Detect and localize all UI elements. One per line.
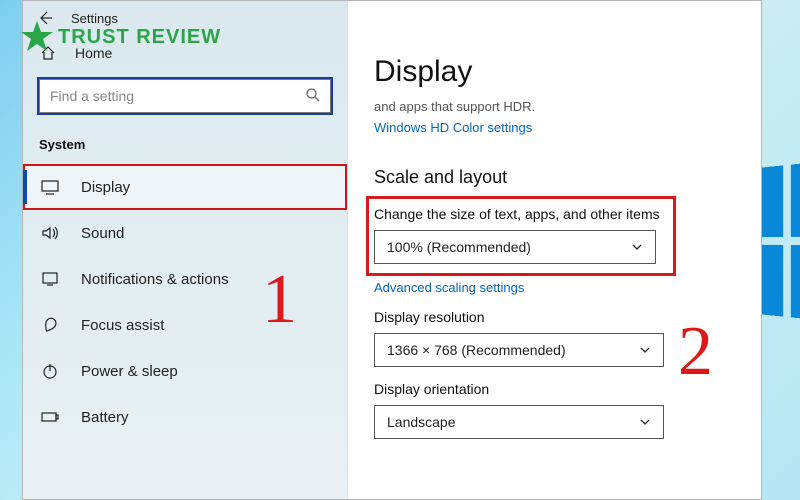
back-button[interactable] [33, 6, 57, 30]
sidebar-item-battery[interactable]: Battery [23, 394, 347, 440]
hdr-description: and apps that support HDR. [374, 99, 735, 114]
titlebar: Settings [23, 1, 347, 35]
orientation-dropdown[interactable]: Landscape [374, 405, 664, 439]
sidebar-item-sound[interactable]: Sound [23, 210, 347, 256]
scale-value: 100% (Recommended) [387, 239, 531, 255]
power-icon [39, 362, 61, 380]
orientation-value: Landscape [387, 414, 456, 430]
sidebar-item-label: Power & sleep [81, 363, 178, 380]
chevron-down-icon [631, 241, 643, 253]
search-input[interactable] [39, 79, 331, 113]
focusassist-icon [39, 316, 61, 334]
chevron-down-icon [639, 344, 651, 356]
sidebar-item-display[interactable]: Display [23, 164, 347, 210]
advanced-scaling-link[interactable]: Advanced scaling settings [374, 280, 735, 295]
sidebar-item-power[interactable]: Power & sleep [23, 348, 347, 394]
orientation-label: Display orientation [374, 381, 735, 397]
sidebar-item-focusassist[interactable]: Focus assist [23, 302, 347, 348]
search-icon [305, 87, 321, 108]
scale-section-title: Scale and layout [374, 167, 735, 188]
sidebar-nav: Display Sound Notifications & actions Fo… [23, 164, 347, 440]
battery-icon [39, 408, 61, 426]
sound-icon [39, 224, 61, 242]
sidebar-search-wrap [37, 77, 333, 115]
home-icon [39, 45, 57, 61]
sidebar-home-label: Home [75, 45, 112, 61]
scale-label: Change the size of text, apps, and other… [374, 206, 668, 222]
sidebar-item-label: Display [81, 179, 130, 196]
resolution-dropdown[interactable]: 1366 × 768 (Recommended) [374, 333, 664, 367]
settings-window: Settings Home System Display Sound [22, 0, 762, 500]
scale-dropdown[interactable]: 100% (Recommended) [374, 230, 656, 264]
main-content: Display and apps that support HDR. Windo… [348, 1, 761, 499]
sidebar-item-label: Sound [81, 225, 124, 242]
chevron-down-icon [639, 416, 651, 428]
sidebar-item-label: Battery [81, 409, 129, 426]
sidebar-home[interactable]: Home [23, 35, 347, 71]
hdcolor-link[interactable]: Windows HD Color settings [374, 120, 735, 135]
resolution-value: 1366 × 768 (Recommended) [387, 342, 566, 358]
sidebar: Settings Home System Display Sound [23, 1, 348, 499]
sidebar-item-label: Notifications & actions [81, 271, 229, 288]
sidebar-category-label: System [23, 121, 347, 164]
scale-highlight-box: Change the size of text, apps, and other… [368, 198, 674, 274]
notifications-icon [39, 270, 61, 288]
sidebar-item-label: Focus assist [81, 317, 164, 334]
sidebar-item-notifications[interactable]: Notifications & actions [23, 256, 347, 302]
resolution-label: Display resolution [374, 309, 735, 325]
window-title: Settings [71, 11, 118, 26]
display-icon [39, 178, 61, 196]
page-title: Display [374, 55, 735, 89]
